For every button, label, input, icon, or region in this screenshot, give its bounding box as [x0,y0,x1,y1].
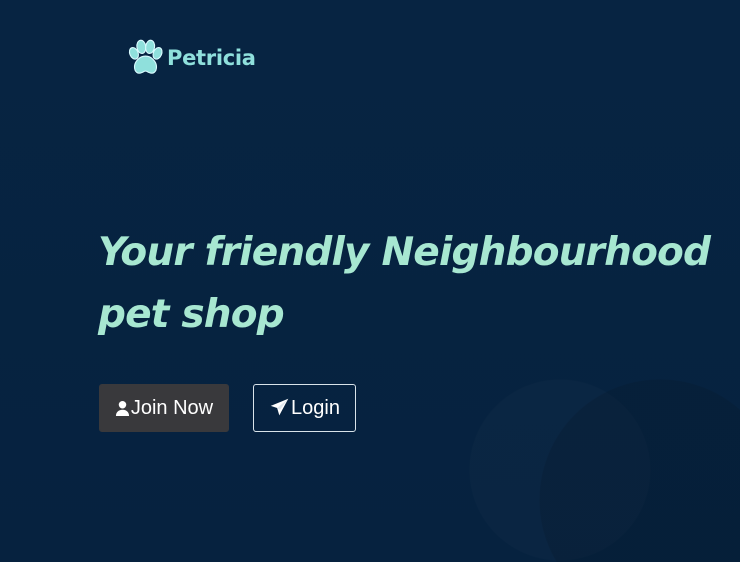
user-icon [115,400,129,416]
landing-page: Petricia Your friendly Neighbourhood pet… [0,0,740,562]
paw-icon [128,39,163,74]
login-button[interactable]: Login [253,384,356,432]
join-now-button[interactable]: Join Now [99,384,229,432]
paper-plane-icon [270,398,289,415]
hero-title: Your friendly Neighbourhood pet shop [98,230,711,337]
brand-logo[interactable]: Petricia [127,38,256,76]
login-label: Login [291,397,340,419]
join-now-label: Join Now [130,397,214,419]
brand-name: Petricia [167,45,256,70]
